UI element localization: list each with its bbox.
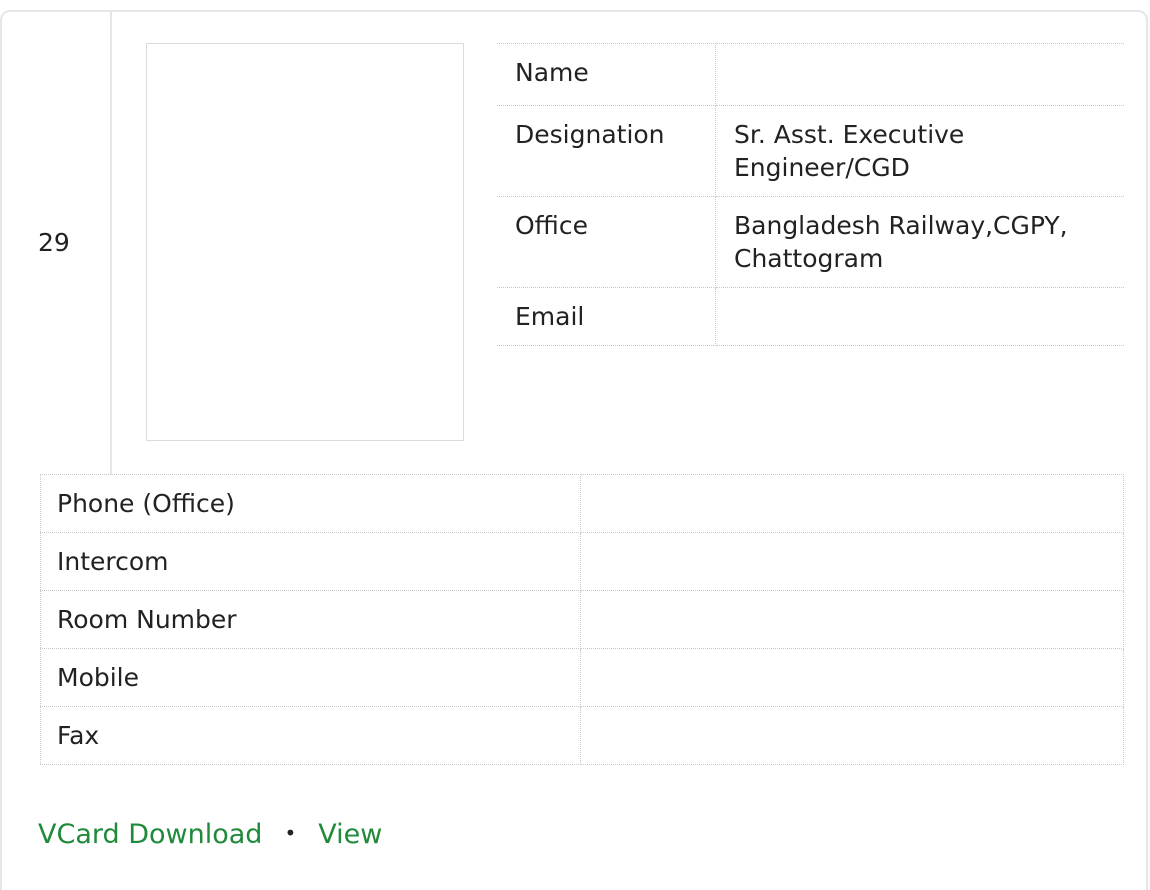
- contact-value-room-number: [580, 590, 1124, 649]
- contact-label-intercom: Intercom: [40, 532, 581, 591]
- link-separator: •: [284, 821, 297, 845]
- contact-value-intercom: [580, 532, 1124, 591]
- info-value-designation: Sr. Asst. Executive Engineer/CGD: [715, 105, 1124, 197]
- view-link[interactable]: View: [318, 819, 382, 850]
- contact-value-fax: [580, 706, 1124, 765]
- contact-label-room-number: Room Number: [40, 590, 581, 649]
- info-row-email: Email: [497, 287, 1124, 346]
- contact-label-phone-office: Phone (Office): [40, 474, 581, 533]
- contact-row-intercom: Intercom: [40, 532, 1124, 591]
- vcard-download-link[interactable]: VCard Download: [38, 819, 262, 850]
- info-row-name: Name: [497, 43, 1124, 106]
- info-row-office: Office Bangladesh Railway,CGPY, Chattogr…: [497, 196, 1124, 288]
- contact-value-mobile: [580, 648, 1124, 707]
- card-links: VCard Download • View: [38, 818, 382, 853]
- info-label-email: Email: [497, 287, 716, 346]
- info-value-email: [715, 287, 1124, 346]
- officer-photo: [146, 43, 464, 441]
- contact-row-phone-office: Phone (Office): [40, 474, 1124, 533]
- info-label-office: Office: [497, 196, 716, 288]
- info-table: Name Designation Sr. Asst. Executive Eng…: [497, 43, 1124, 346]
- info-label-name: Name: [497, 43, 716, 106]
- contact-table: Phone (Office) Intercom Room Number Mobi…: [40, 474, 1124, 765]
- info-row-designation: Designation Sr. Asst. Executive Engineer…: [497, 105, 1124, 197]
- contact-row-room-number: Room Number: [40, 590, 1124, 649]
- contact-value-phone-office: [580, 474, 1124, 533]
- serial-number: 29: [38, 228, 70, 257]
- contact-label-fax: Fax: [40, 706, 581, 765]
- info-value-office: Bangladesh Railway,CGPY, Chattogram: [715, 196, 1124, 288]
- contact-row-fax: Fax: [40, 706, 1124, 765]
- serial-column-divider: [110, 12, 112, 475]
- info-value-name: [715, 43, 1124, 106]
- info-label-designation: Designation: [497, 105, 716, 197]
- contact-row-mobile: Mobile: [40, 648, 1124, 707]
- contact-label-mobile: Mobile: [40, 648, 581, 707]
